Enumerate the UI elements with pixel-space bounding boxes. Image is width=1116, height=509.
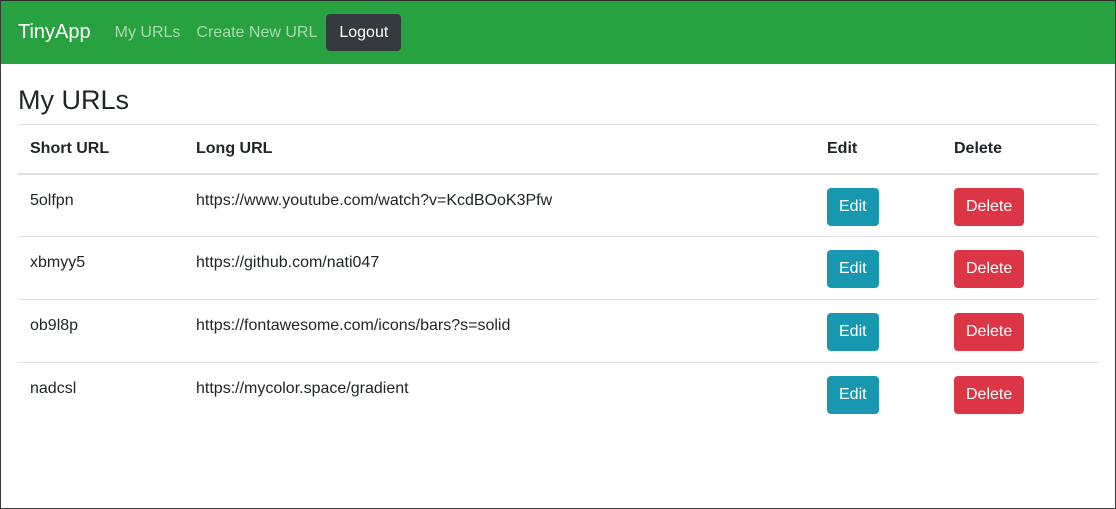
edit-cell: Edit: [815, 236, 942, 300]
edit-button[interactable]: Edit: [827, 376, 879, 414]
short-url-cell: nadcsl: [18, 363, 184, 426]
brand-link[interactable]: TinyApp: [18, 21, 91, 44]
short-url: xbmyy5: [30, 254, 86, 271]
table-row: ob9l8p https://fontawesome.com/icons/bar…: [18, 299, 1099, 363]
long-url: https://github.com/nati047: [196, 254, 380, 271]
nav-link-create-new-url[interactable]: Create New URL: [196, 24, 317, 42]
short-url: nadcsl: [30, 380, 77, 397]
urls-table: Short URL Long URL Edit Delete 5olfpn ht…: [18, 124, 1099, 426]
header-delete: Delete: [942, 124, 1099, 175]
long-url: https://mycolor.space/gradient: [196, 380, 409, 397]
long-url-cell: https://github.com/nati047: [184, 236, 815, 300]
delete-button[interactable]: Delete: [954, 376, 1025, 414]
edit-button[interactable]: Edit: [827, 250, 879, 288]
table-body: 5olfpn https://www.youtube.com/watch?v=K…: [18, 173, 1099, 426]
table-header: Short URL Long URL Edit Delete: [18, 124, 1099, 175]
delete-cell: Delete: [942, 173, 1099, 237]
header-edit: Edit: [815, 124, 942, 175]
delete-button[interactable]: Delete: [954, 313, 1025, 351]
edit-cell: Edit: [815, 173, 942, 237]
table-row: 5olfpn https://www.youtube.com/watch?v=K…: [18, 173, 1099, 237]
long-url-cell: https://www.youtube.com/watch?v=KcdBOoK3…: [184, 173, 815, 237]
page-title: My URLs: [18, 85, 130, 115]
short-url-cell: 5olfpn: [18, 173, 184, 237]
long-url-cell: https://mycolor.space/gradient: [184, 363, 815, 426]
delete-cell: Delete: [942, 236, 1099, 300]
delete-button[interactable]: Delete: [954, 187, 1025, 226]
main-content: My URLs Short URL Long URL Edit Delete 5…: [1, 84, 1115, 426]
logout-button[interactable]: Logout: [326, 14, 402, 51]
table-row: nadcsl https://mycolor.space/gradient Ed…: [18, 363, 1099, 426]
short-url: 5olfpn: [30, 191, 74, 209]
long-url-cell: https://fontawesome.com/icons/bars?s=sol…: [184, 299, 815, 363]
delete-button[interactable]: Delete: [954, 250, 1025, 288]
short-url-cell: ob9l8p: [18, 299, 184, 363]
short-url: ob9l8p: [30, 317, 79, 334]
nav-link-my-urls[interactable]: My URLs: [115, 24, 181, 42]
edit-cell: Edit: [815, 363, 942, 426]
header-long-url: Long URL: [184, 124, 815, 175]
long-url: https://www.youtube.com/watch?v=KcdBOoK3…: [196, 191, 553, 209]
edit-cell: Edit: [815, 299, 942, 363]
header-short-url: Short URL: [18, 124, 184, 175]
delete-cell: Delete: [942, 299, 1099, 363]
long-url: https://fontawesome.com/icons/bars?s=sol…: [196, 317, 511, 334]
table-header-row: Short URL Long URL Edit Delete: [18, 124, 1099, 175]
navbar: TinyApp My URLs Create New URL Logout: [1, 1, 1115, 64]
edit-button[interactable]: Edit: [827, 313, 879, 351]
edit-button[interactable]: Edit: [827, 187, 879, 226]
delete-cell: Delete: [942, 363, 1099, 426]
app-window: TinyApp My URLs Create New URL Logout My…: [0, 0, 1116, 509]
table-row: xbmyy5 https://github.com/nati047 Edit D…: [18, 236, 1099, 300]
short-url-cell: xbmyy5: [18, 236, 184, 300]
